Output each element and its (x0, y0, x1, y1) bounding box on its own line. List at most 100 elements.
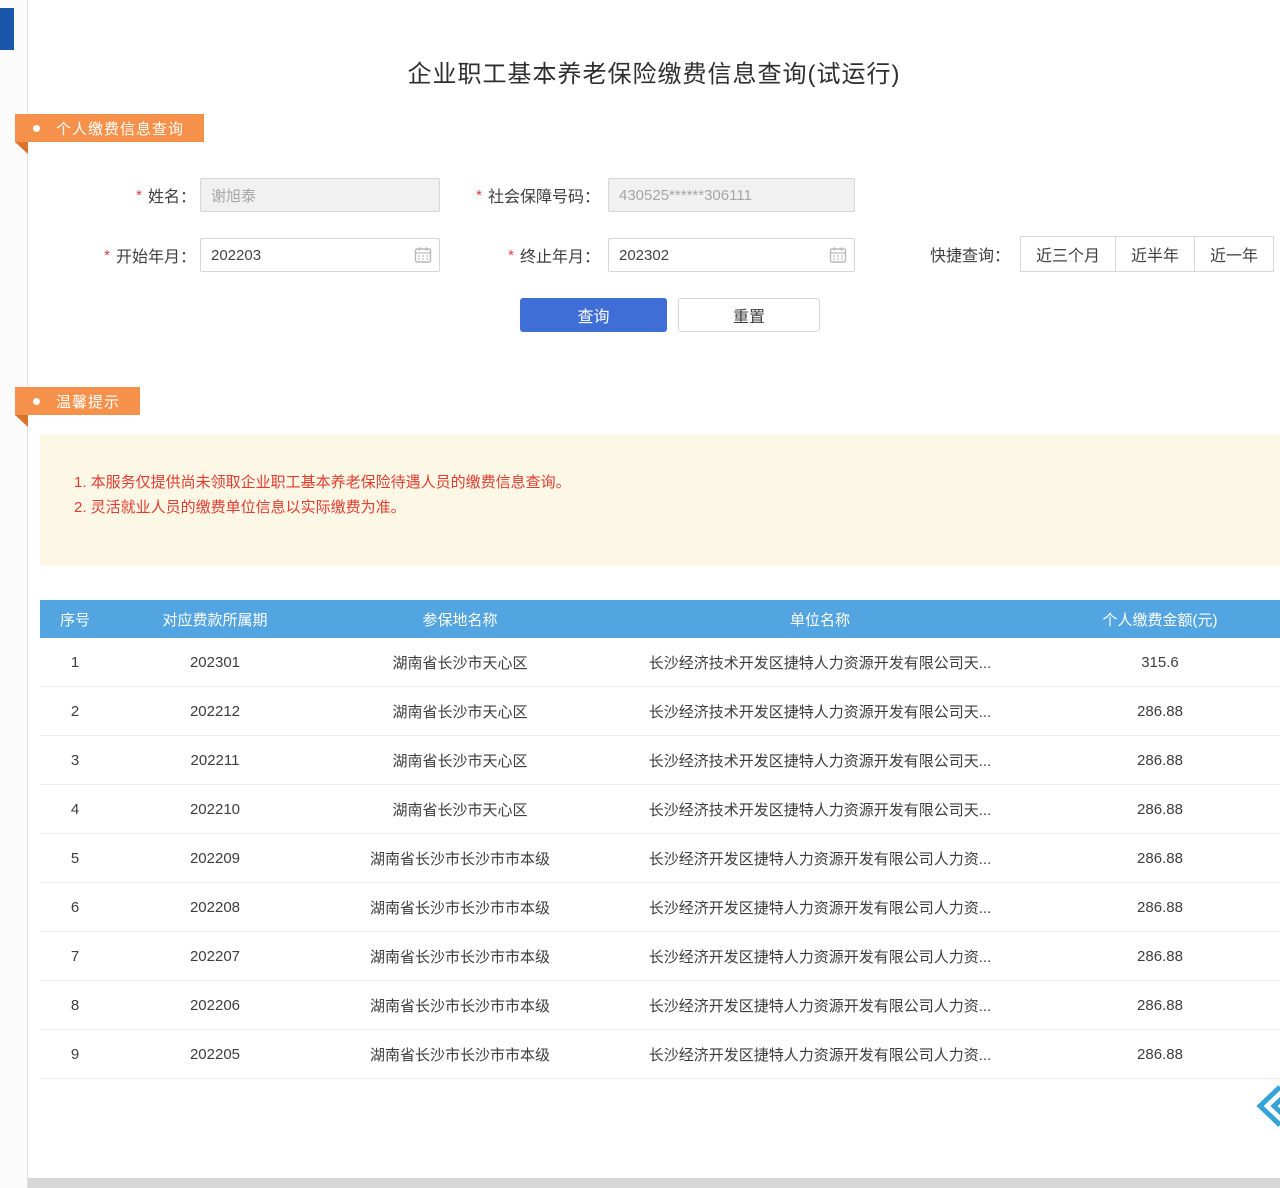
table-row: 6202208湖南省长沙市长沙市市本级长沙经济开发区捷特人力资源开发有限公司人力… (40, 883, 1280, 932)
quick-option-2[interactable]: 近半年 (1115, 236, 1195, 272)
table-row: 5202209湖南省长沙市长沙市市本级长沙经济开发区捷特人力资源开发有限公司人力… (40, 834, 1280, 883)
table-cell: 长沙经济技术开发区捷特人力资源开发有限公司天... (600, 701, 1040, 722)
required-asterisk: * (136, 187, 142, 204)
start-date-label: * 开始年月： (80, 243, 196, 267)
table-header-cell-2: 对应费款所属期 (110, 609, 320, 630)
table-cell: 286.88 (1040, 703, 1280, 720)
table-cell: 长沙经济开发区捷特人力资源开发有限公司人力资... (600, 1044, 1040, 1065)
table-header-cell-3: 参保地名称 (320, 609, 600, 630)
query-button[interactable]: 查询 (520, 298, 667, 332)
ssn-form-group: * 社会保障号码： (440, 178, 855, 212)
table-cell: 长沙经济开发区捷特人力资源开发有限公司人力资... (600, 848, 1040, 869)
table-cell: 长沙经济开发区捷特人力资源开发有限公司人力资... (600, 995, 1040, 1016)
required-asterisk: * (476, 187, 482, 204)
section-header-query: 个人缴费信息查询 (15, 114, 204, 142)
horizontal-scrollbar[interactable] (28, 1178, 1280, 1188)
notice-line-2: 2. 灵活就业人员的缴费单位信息以实际缴费为准。 (74, 495, 1250, 520)
table-cell: 长沙经济技术开发区捷特人力资源开发有限公司天... (600, 750, 1040, 771)
section-header-query-label: 个人缴费信息查询 (56, 118, 184, 139)
table-row: 8202206湖南省长沙市长沙市市本级长沙经济开发区捷特人力资源开发有限公司人力… (40, 981, 1280, 1030)
table-cell: 湖南省长沙市天心区 (320, 652, 600, 673)
notice-box: 1. 本服务仅提供尚未领取企业职工基本养老保险待遇人员的缴费信息查询。2. 灵活… (40, 434, 1280, 566)
table-cell: 202207 (110, 948, 320, 965)
table-cell: 湖南省长沙市天心区 (320, 701, 600, 722)
table-cell: 2 (40, 703, 110, 720)
left-rail-blue-tab (0, 8, 14, 50)
pension-query-page: 企业职工基本养老保险缴费信息查询(试运行) 个人缴费信息查询 * 姓名： * 社… (0, 0, 1280, 1188)
end-date-field[interactable] (608, 238, 855, 272)
table-cell: 286.88 (1040, 850, 1280, 867)
table-cell: 9 (40, 1046, 110, 1063)
table-header-row: 序号对应费款所属期参保地名称单位名称个人缴费金额(元) (40, 600, 1280, 638)
required-asterisk: * (508, 247, 514, 264)
start-date-form-group: * 开始年月： (80, 238, 440, 272)
bullet-dot-icon (33, 398, 40, 405)
name-field[interactable] (200, 178, 440, 212)
end-date-label: * 终止年月： (480, 243, 600, 267)
notice-line-1: 1. 本服务仅提供尚未领取企业职工基本养老保险待遇人员的缴费信息查询。 (74, 470, 1250, 495)
table-cell: 286.88 (1040, 752, 1280, 769)
table-cell: 湖南省长沙市天心区 (320, 799, 600, 820)
table-cell: 202212 (110, 703, 320, 720)
required-asterisk: * (104, 247, 110, 264)
table-cell: 长沙经济技术开发区捷特人力资源开发有限公司天... (600, 799, 1040, 820)
table-cell: 6 (40, 899, 110, 916)
table-cell: 315.6 (1040, 654, 1280, 671)
table-cell: 1 (40, 654, 110, 671)
table-row: 2202212湖南省长沙市天心区长沙经济技术开发区捷特人力资源开发有限公司天..… (40, 687, 1280, 736)
table-cell: 202206 (110, 997, 320, 1014)
bullet-dot-icon (33, 125, 40, 132)
table-cell: 202205 (110, 1046, 320, 1063)
table-cell: 4 (40, 801, 110, 818)
table-cell: 湖南省长沙市长沙市市本级 (320, 848, 600, 869)
section-header-tips: 温馨提示 (15, 387, 140, 415)
table-header-cell-4: 单位名称 (600, 609, 1040, 630)
table-cell: 湖南省长沙市长沙市市本级 (320, 897, 600, 918)
table-cell: 202211 (110, 752, 320, 769)
table-cell: 286.88 (1040, 801, 1280, 818)
table-row: 7202207湖南省长沙市长沙市市本级长沙经济开发区捷特人力资源开发有限公司人力… (40, 932, 1280, 981)
table-cell: 湖南省长沙市长沙市市本级 (320, 1044, 600, 1065)
table-cell: 286.88 (1040, 899, 1280, 916)
double-chevron-left-icon[interactable] (1252, 1082, 1280, 1130)
left-rail (0, 0, 28, 1188)
table-cell: 3 (40, 752, 110, 769)
table-cell: 286.88 (1040, 948, 1280, 965)
quick-query-group: 快捷查询： 近三个月近半年近一年 (930, 237, 1274, 271)
table-cell: 202210 (110, 801, 320, 818)
reset-button[interactable]: 重置 (678, 298, 820, 332)
table-cell: 8 (40, 997, 110, 1014)
end-date-form-group: * 终止年月： (480, 238, 855, 272)
table-cell: 湖南省长沙市长沙市市本级 (320, 995, 600, 1016)
table-cell: 5 (40, 850, 110, 867)
start-date-field[interactable] (200, 238, 440, 272)
table-cell: 7 (40, 948, 110, 965)
table-header-cell-5: 个人缴费金额(元) (1040, 609, 1280, 630)
quick-option-1[interactable]: 近三个月 (1020, 236, 1116, 272)
table-header-cell-1: 序号 (40, 609, 110, 630)
quick-query-options: 近三个月近半年近一年 (1020, 236, 1274, 272)
name-label: * 姓名： (90, 183, 196, 207)
table-row: 3202211湖南省长沙市天心区长沙经济技术开发区捷特人力资源开发有限公司天..… (40, 736, 1280, 785)
table-cell: 湖南省长沙市长沙市市本级 (320, 946, 600, 967)
results-table: 序号对应费款所属期参保地名称单位名称个人缴费金额(元) 1202301湖南省长沙… (40, 600, 1280, 1079)
table-cell: 长沙经济开发区捷特人力资源开发有限公司人力资... (600, 946, 1040, 967)
table-cell: 湖南省长沙市天心区 (320, 750, 600, 771)
table-cell: 长沙经济开发区捷特人力资源开发有限公司人力资... (600, 897, 1040, 918)
ssn-label: * 社会保障号码： (440, 183, 600, 207)
table-row: 4202210湖南省长沙市天心区长沙经济技术开发区捷特人力资源开发有限公司天..… (40, 785, 1280, 834)
page-title: 企业职工基本养老保险缴费信息查询(试运行) (28, 54, 1280, 89)
ssn-field[interactable] (608, 178, 855, 212)
table-cell: 202209 (110, 850, 320, 867)
table-row: 1202301湖南省长沙市天心区长沙经济技术开发区捷特人力资源开发有限公司天..… (40, 638, 1280, 687)
section-header-tips-label: 温馨提示 (56, 391, 120, 412)
table-cell: 202208 (110, 899, 320, 916)
name-form-group: * 姓名： (90, 178, 440, 212)
table-body: 1202301湖南省长沙市天心区长沙经济技术开发区捷特人力资源开发有限公司天..… (40, 638, 1280, 1079)
table-cell: 长沙经济技术开发区捷特人力资源开发有限公司天... (600, 652, 1040, 673)
quick-option-3[interactable]: 近一年 (1194, 236, 1274, 272)
table-cell: 202301 (110, 654, 320, 671)
table-cell: 286.88 (1040, 997, 1280, 1014)
table-row: 9202205湖南省长沙市长沙市市本级长沙经济开发区捷特人力资源开发有限公司人力… (40, 1030, 1280, 1079)
table-cell: 286.88 (1040, 1046, 1280, 1063)
